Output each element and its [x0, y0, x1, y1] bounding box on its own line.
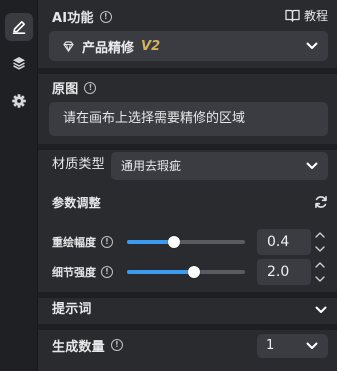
- version-badge: V2: [141, 38, 161, 54]
- tutorial-label: 教程: [303, 9, 328, 23]
- region-hint-text: 请在画布上选择需要精修的区域: [63, 111, 246, 126]
- slider-track[interactable]: [127, 236, 245, 248]
- chevron-up-icon: [314, 232, 325, 238]
- slider-row-detail: 细节强度 ! 2.0: [38, 258, 337, 286]
- material-type-row: 材质类型 通用去瑕疵: [38, 150, 337, 186]
- editor-root: AI功能 ! 教程 产品精修 V2 原图 ! 请在画布上选择需要精修的区域 材质…: [0, 0, 337, 371]
- slider-handle[interactable]: [188, 266, 201, 278]
- slider-value: 0.4: [267, 234, 290, 250]
- info-icon[interactable]: !: [99, 10, 112, 23]
- settings-panel: AI功能 ! 教程 产品精修 V2 原图 ! 请在画布上选择需要精修的区域 材质…: [38, 0, 337, 371]
- material-type-label: 材质类型: [52, 157, 105, 172]
- decrement-button[interactable]: [313, 273, 326, 285]
- info-icon[interactable]: !: [101, 266, 113, 278]
- ai-function-section: AI功能 ! 教程 产品精修 V2: [38, 0, 337, 68]
- chevron-down-icon: [315, 306, 327, 313]
- value-stepper: [313, 229, 326, 255]
- chevron-down-icon: [314, 276, 325, 282]
- tutorial-link[interactable]: 教程: [285, 7, 328, 24]
- info-icon[interactable]: !: [84, 81, 97, 94]
- slider-track[interactable]: [127, 266, 245, 278]
- book-icon: [285, 9, 300, 22]
- increment-button[interactable]: [313, 259, 326, 271]
- slider-fill: [127, 240, 175, 244]
- params-section: 参数调整 重绘幅度 ! 0.4 细节强度 ! 2.0: [38, 186, 337, 292]
- pencil-icon: [12, 21, 26, 34]
- quantity-value: 1: [266, 338, 275, 353]
- function-select[interactable]: 产品精修 V2: [49, 31, 328, 61]
- tool-rail: [0, 0, 38, 371]
- quantity-label: 生成数量: [52, 339, 105, 355]
- ai-function-title: AI功能: [52, 11, 94, 26]
- prompt-title: 提示词: [52, 302, 92, 317]
- original-image-title: 原图: [52, 82, 79, 97]
- quantity-select[interactable]: 1: [257, 334, 328, 358]
- info-icon[interactable]: !: [101, 236, 113, 248]
- decrement-button[interactable]: [313, 243, 326, 255]
- slider-value-input[interactable]: 2.0: [257, 259, 311, 285]
- region-hint-box[interactable]: 请在画布上选择需要精修的区域: [49, 102, 328, 136]
- increment-button[interactable]: [313, 229, 326, 241]
- slider-handle[interactable]: [168, 236, 181, 248]
- params-title: 参数调整: [52, 196, 101, 210]
- gem-icon: [63, 40, 74, 53]
- settings-tool-button[interactable]: [5, 87, 33, 115]
- chevron-down-icon: [306, 342, 318, 349]
- slider-fill: [127, 270, 195, 274]
- layers-tool-button[interactable]: [5, 49, 33, 77]
- gear-icon: [12, 94, 26, 108]
- value-stepper: [313, 259, 326, 285]
- slider-label: 重绘幅度: [52, 236, 96, 249]
- chevron-down-icon: [306, 42, 318, 49]
- original-image-section: 原图 ! 请在画布上选择需要精修的区域: [38, 74, 337, 144]
- chevron-down-icon: [306, 162, 318, 169]
- layers-icon: [13, 57, 25, 70]
- pencil-tool-button[interactable]: [5, 13, 33, 41]
- quantity-row: 生成数量 ! 1: [38, 330, 337, 366]
- slider-value-input[interactable]: 0.4: [257, 229, 311, 255]
- slider-value: 2.0: [267, 264, 290, 280]
- material-type-value: 通用去瑕疵: [121, 159, 182, 173]
- function-select-value: 产品精修: [82, 40, 135, 56]
- refresh-icon[interactable]: [314, 195, 328, 209]
- info-icon[interactable]: !: [110, 339, 123, 351]
- material-type-select[interactable]: 通用去瑕疵: [111, 152, 328, 180]
- slider-row-redraw: 重绘幅度 ! 0.4: [38, 228, 337, 256]
- prompt-section-header[interactable]: 提示词: [38, 298, 337, 324]
- chevron-up-icon: [314, 262, 325, 268]
- chevron-down-icon: [314, 246, 325, 252]
- slider-label: 细节强度: [52, 266, 96, 279]
